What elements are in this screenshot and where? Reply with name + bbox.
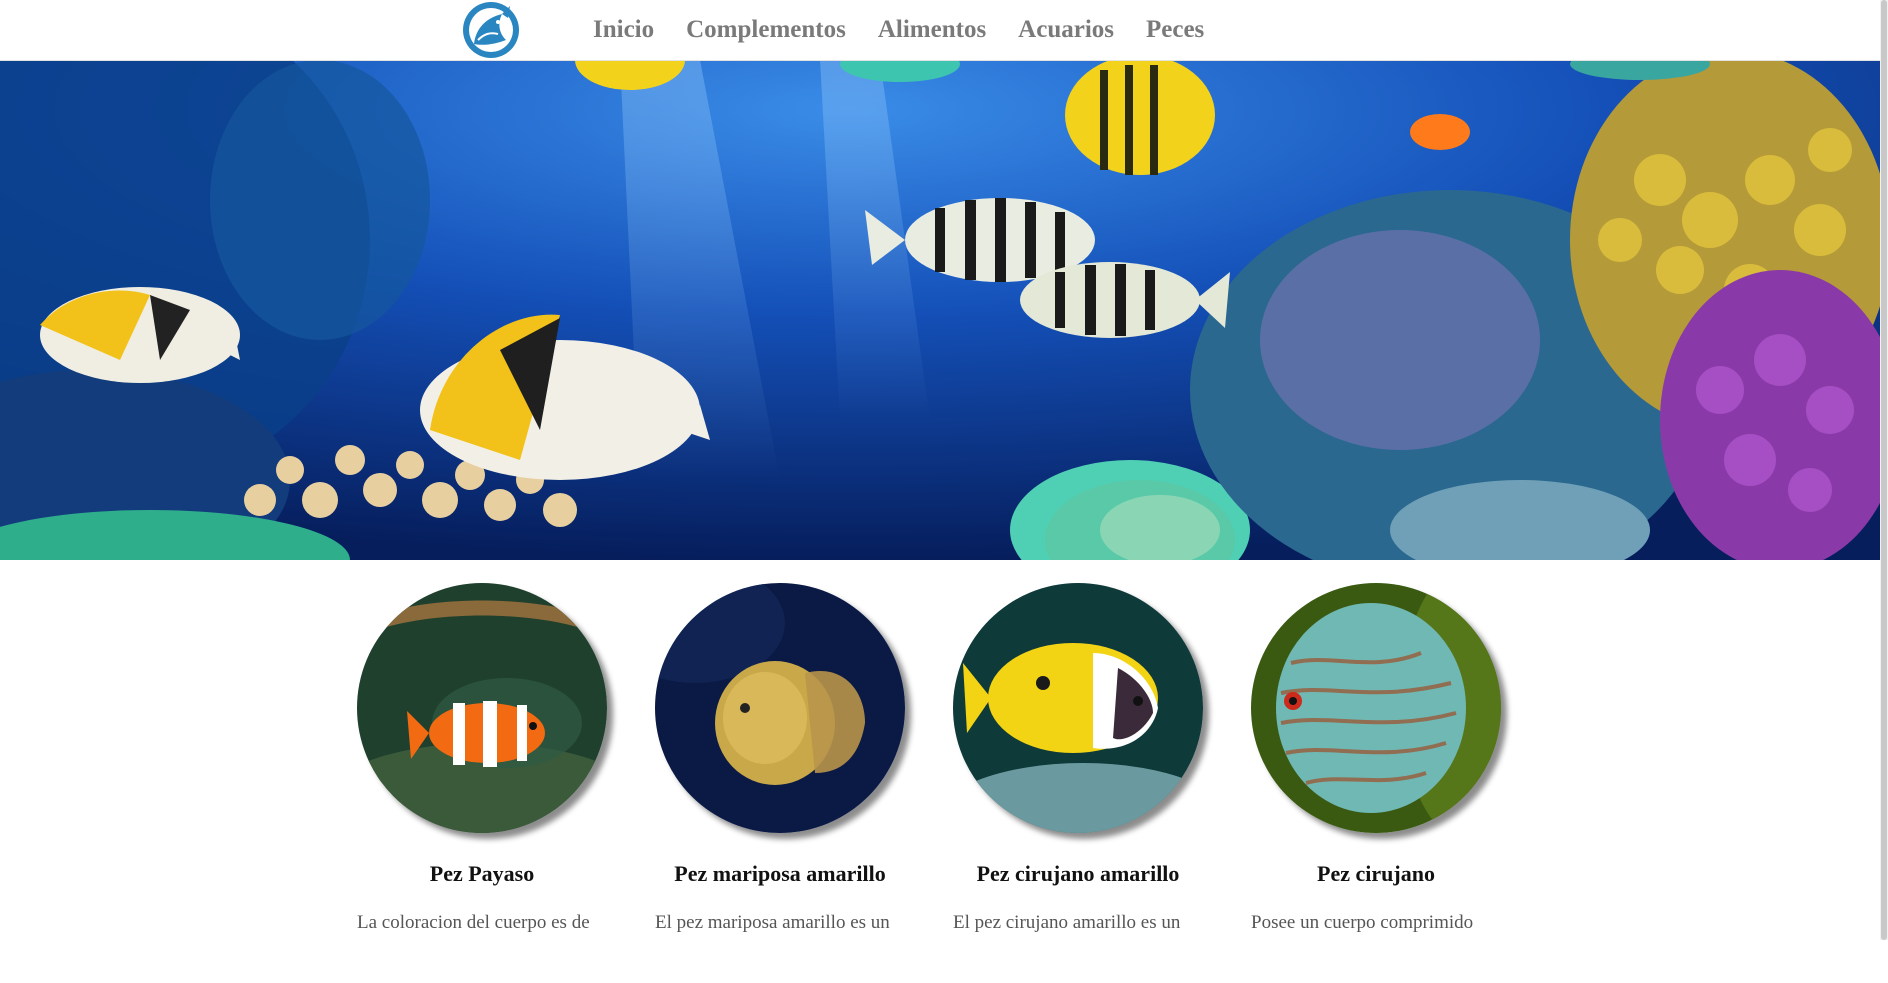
card-description: La coloracion del cuerpo es de	[357, 912, 590, 933]
clownfish-image[interactable]	[357, 583, 607, 833]
nav-link-inicio[interactable]: Inicio	[593, 16, 654, 44]
reef-banner-image	[0, 60, 1880, 560]
nav-link-peces[interactable]: Peces	[1146, 16, 1204, 44]
card-pez-mariposa-amarillo[interactable]: Pez mariposa amarillo El pez mariposa am…	[655, 583, 905, 935]
page-scrollbar[interactable]	[1880, 0, 1888, 940]
discus-surgeonfish-image[interactable]	[1251, 583, 1501, 833]
nav-link-complementos[interactable]: Complementos	[686, 16, 846, 44]
card-description: El pez mariposa amarillo es un	[655, 912, 890, 933]
card-description: El pez cirujano amarillo es un	[953, 912, 1181, 933]
nav-link-alimentos[interactable]: Alimentos	[878, 16, 986, 44]
fish-cards: Pez Payaso La coloracion del cuerpo es d…	[0, 583, 1880, 983]
card-pez-payaso[interactable]: Pez Payaso La coloracion del cuerpo es d…	[357, 583, 607, 935]
yellow-surgeonfish-image[interactable]	[953, 583, 1203, 833]
hero-banner	[0, 60, 1880, 560]
yellow-butterflyfish-image[interactable]	[655, 583, 905, 833]
card-title: Pez cirujano amarillo	[976, 861, 1180, 886]
top-navbar: Inicio Complementos Alimentos Acuarios P…	[0, 0, 1880, 61]
scrollbar-thumb[interactable]	[1881, 0, 1887, 940]
card-pez-cirujano-amarillo[interactable]: Pez cirujano amarillo El pez cirujano am…	[953, 583, 1203, 935]
fish-logo-icon[interactable]	[458, 0, 524, 60]
card-title: Pez cirujano	[1317, 861, 1435, 886]
nav-link-acuarios[interactable]: Acuarios	[1018, 16, 1114, 44]
main-nav: Inicio Complementos Alimentos Acuarios P…	[593, 0, 1236, 60]
card-title: Pez mariposa amarillo	[674, 861, 886, 886]
card-pez-cirujano[interactable]: Pez cirujano Posee un cuerpo comprimido	[1251, 583, 1501, 935]
card-title: Pez Payaso	[429, 861, 535, 886]
card-description: Posee un cuerpo comprimido	[1251, 912, 1474, 933]
